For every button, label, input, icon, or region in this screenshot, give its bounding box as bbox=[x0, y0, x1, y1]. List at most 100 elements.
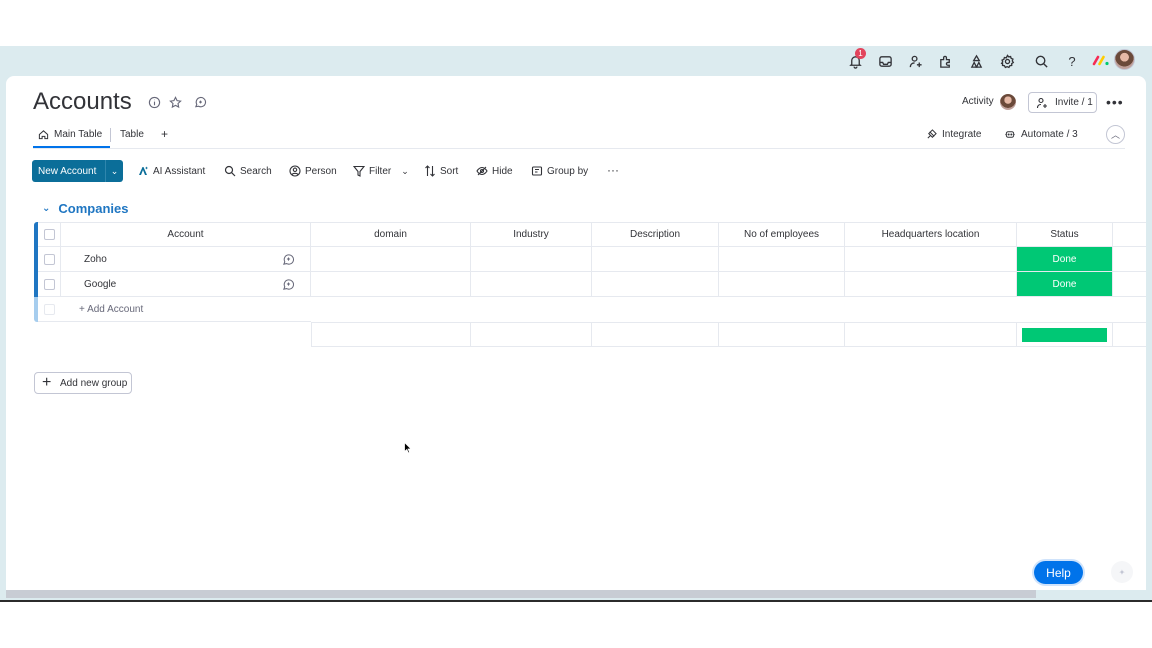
account-name-cell[interactable]: Google bbox=[61, 272, 266, 297]
add-account-input[interactable]: + Add Account bbox=[61, 297, 311, 322]
select-all-checkbox[interactable] bbox=[43, 229, 55, 240]
item-updates-cell[interactable] bbox=[266, 247, 311, 272]
add-new-group-button[interactable]: + Add new group bbox=[34, 372, 132, 394]
search-icon[interactable] bbox=[1033, 53, 1049, 69]
column-header-hq-location[interactable]: Headquarters location bbox=[845, 222, 1017, 247]
invite-members-icon[interactable] bbox=[907, 53, 923, 69]
sort-button[interactable]: Sort bbox=[424, 165, 458, 177]
invite-button[interactable]: Invite / 1 bbox=[1028, 92, 1097, 113]
collapse-header-button[interactable]: ︿ bbox=[1106, 125, 1125, 144]
account-name-cell[interactable]: Zoho bbox=[61, 247, 266, 272]
info-icon[interactable] bbox=[148, 96, 161, 109]
column-header-domain[interactable]: domain bbox=[311, 222, 471, 247]
select-all-cell[interactable] bbox=[38, 222, 61, 247]
chevron-down-icon[interactable]: ⌄ bbox=[42, 203, 50, 214]
toolbar-more-button[interactable]: ··· bbox=[607, 163, 619, 177]
add-item-row[interactable]: + Add Account bbox=[34, 297, 311, 322]
new-account-button[interactable]: New Account ⌄ bbox=[32, 160, 123, 182]
search-button[interactable]: Search bbox=[224, 165, 272, 177]
new-account-label: New Account bbox=[38, 165, 97, 177]
column-header-account[interactable]: Account bbox=[61, 222, 311, 247]
integrations-icon[interactable] bbox=[968, 53, 984, 69]
row-select-cell[interactable] bbox=[38, 247, 61, 272]
bottom-margin bbox=[0, 602, 1152, 648]
industry-cell[interactable] bbox=[471, 272, 592, 297]
status-cell[interactable]: Done bbox=[1017, 247, 1113, 272]
description-cell[interactable] bbox=[592, 247, 719, 272]
tabs-divider bbox=[33, 148, 1125, 149]
column-header-employees[interactable]: No of employees bbox=[719, 222, 845, 247]
apps-icon[interactable] bbox=[937, 53, 953, 69]
activity-avatar[interactable] bbox=[1000, 94, 1016, 110]
summary-cell bbox=[311, 322, 471, 347]
board-more-menu[interactable]: ••• bbox=[1106, 94, 1124, 110]
industry-cell[interactable] bbox=[471, 247, 592, 272]
updates-icon[interactable] bbox=[194, 96, 207, 109]
invite-label: Invite / 1 bbox=[1055, 97, 1093, 108]
add-update-icon[interactable] bbox=[282, 278, 295, 291]
table-header-row: Account domain Industry Description No o… bbox=[34, 222, 1146, 247]
summary-cell bbox=[1113, 322, 1146, 347]
table-row[interactable]: Google Done bbox=[34, 272, 1146, 297]
help-icon[interactable]: ? bbox=[1064, 53, 1080, 69]
sparkle-icon: ✦ bbox=[1118, 567, 1126, 577]
column-header-status[interactable]: Status bbox=[1017, 222, 1113, 247]
invite-user-icon bbox=[1036, 97, 1047, 109]
group-header-companies[interactable]: ⌄ Companies bbox=[42, 201, 128, 216]
summary-cell bbox=[845, 322, 1017, 347]
employees-cell[interactable] bbox=[719, 272, 845, 297]
hide-button[interactable]: Hide bbox=[476, 165, 513, 177]
column-header-description[interactable]: Description bbox=[592, 222, 719, 247]
group-by-button[interactable]: Group by bbox=[531, 165, 588, 177]
ai-assistant-button[interactable]: AI Assistant bbox=[137, 165, 205, 177]
add-update-icon[interactable] bbox=[282, 253, 295, 266]
new-account-dropdown[interactable]: ⌄ bbox=[105, 160, 123, 182]
user-avatar[interactable] bbox=[1114, 49, 1135, 70]
hide-label: Hide bbox=[492, 165, 513, 177]
tab-table[interactable]: Table bbox=[120, 129, 144, 140]
tab-main-table[interactable]: Main Table bbox=[38, 129, 102, 140]
eye-hidden-icon bbox=[476, 166, 488, 176]
search-icon bbox=[224, 165, 236, 177]
integrate-label: Integrate bbox=[942, 129, 982, 140]
hq-location-cell[interactable] bbox=[845, 247, 1017, 272]
inbox-icon[interactable] bbox=[877, 53, 893, 69]
integrate-button[interactable]: Integrate bbox=[926, 129, 981, 140]
domain-cell[interactable] bbox=[311, 247, 471, 272]
item-updates-cell[interactable] bbox=[266, 272, 311, 297]
disabled-checkbox bbox=[44, 303, 55, 315]
page-title: Accounts bbox=[33, 88, 132, 115]
employees-cell[interactable] bbox=[719, 247, 845, 272]
column-header-industry[interactable]: Industry bbox=[471, 222, 592, 247]
filter-button[interactable]: Filter ⌄ bbox=[353, 165, 409, 177]
ai-sparkle-button[interactable]: ✦ bbox=[1111, 561, 1133, 583]
table-row[interactable]: Zoho Done bbox=[34, 247, 1146, 272]
chevron-down-icon[interactable]: ⌄ bbox=[401, 166, 409, 177]
status-cell[interactable]: Done bbox=[1017, 272, 1113, 297]
tab-main-table-label: Main Table bbox=[54, 129, 103, 140]
group-by-label: Group by bbox=[547, 165, 589, 177]
search-label: Search bbox=[240, 165, 272, 177]
help-button[interactable]: Help bbox=[1034, 561, 1083, 584]
person-filter-button[interactable]: Person bbox=[289, 165, 337, 177]
status-distribution-bar[interactable] bbox=[1022, 328, 1107, 342]
add-column-cell[interactable] bbox=[1113, 222, 1146, 247]
automate-button[interactable]: Automate / 3 bbox=[1004, 129, 1078, 140]
group-title[interactable]: Companies bbox=[58, 201, 128, 216]
row-checkbox[interactable] bbox=[43, 253, 55, 265]
summary-row bbox=[34, 322, 1146, 347]
row-select-cell[interactable] bbox=[38, 272, 61, 297]
star-icon[interactable] bbox=[169, 96, 182, 109]
sort-icon bbox=[425, 165, 435, 177]
description-cell[interactable] bbox=[592, 272, 719, 297]
activity-link[interactable]: Activity bbox=[962, 96, 994, 107]
bell-icon[interactable]: 1 bbox=[847, 48, 866, 69]
domain-cell[interactable] bbox=[311, 272, 471, 297]
add-view-button[interactable]: + bbox=[161, 127, 168, 141]
top-bar: 1 ? bbox=[0, 46, 1152, 76]
row-checkbox[interactable] bbox=[43, 278, 55, 290]
horizontal-scrollbar[interactable] bbox=[6, 590, 1036, 598]
hq-location-cell[interactable] bbox=[845, 272, 1017, 297]
summary-cell bbox=[471, 322, 592, 347]
settings-icon[interactable] bbox=[999, 53, 1015, 69]
